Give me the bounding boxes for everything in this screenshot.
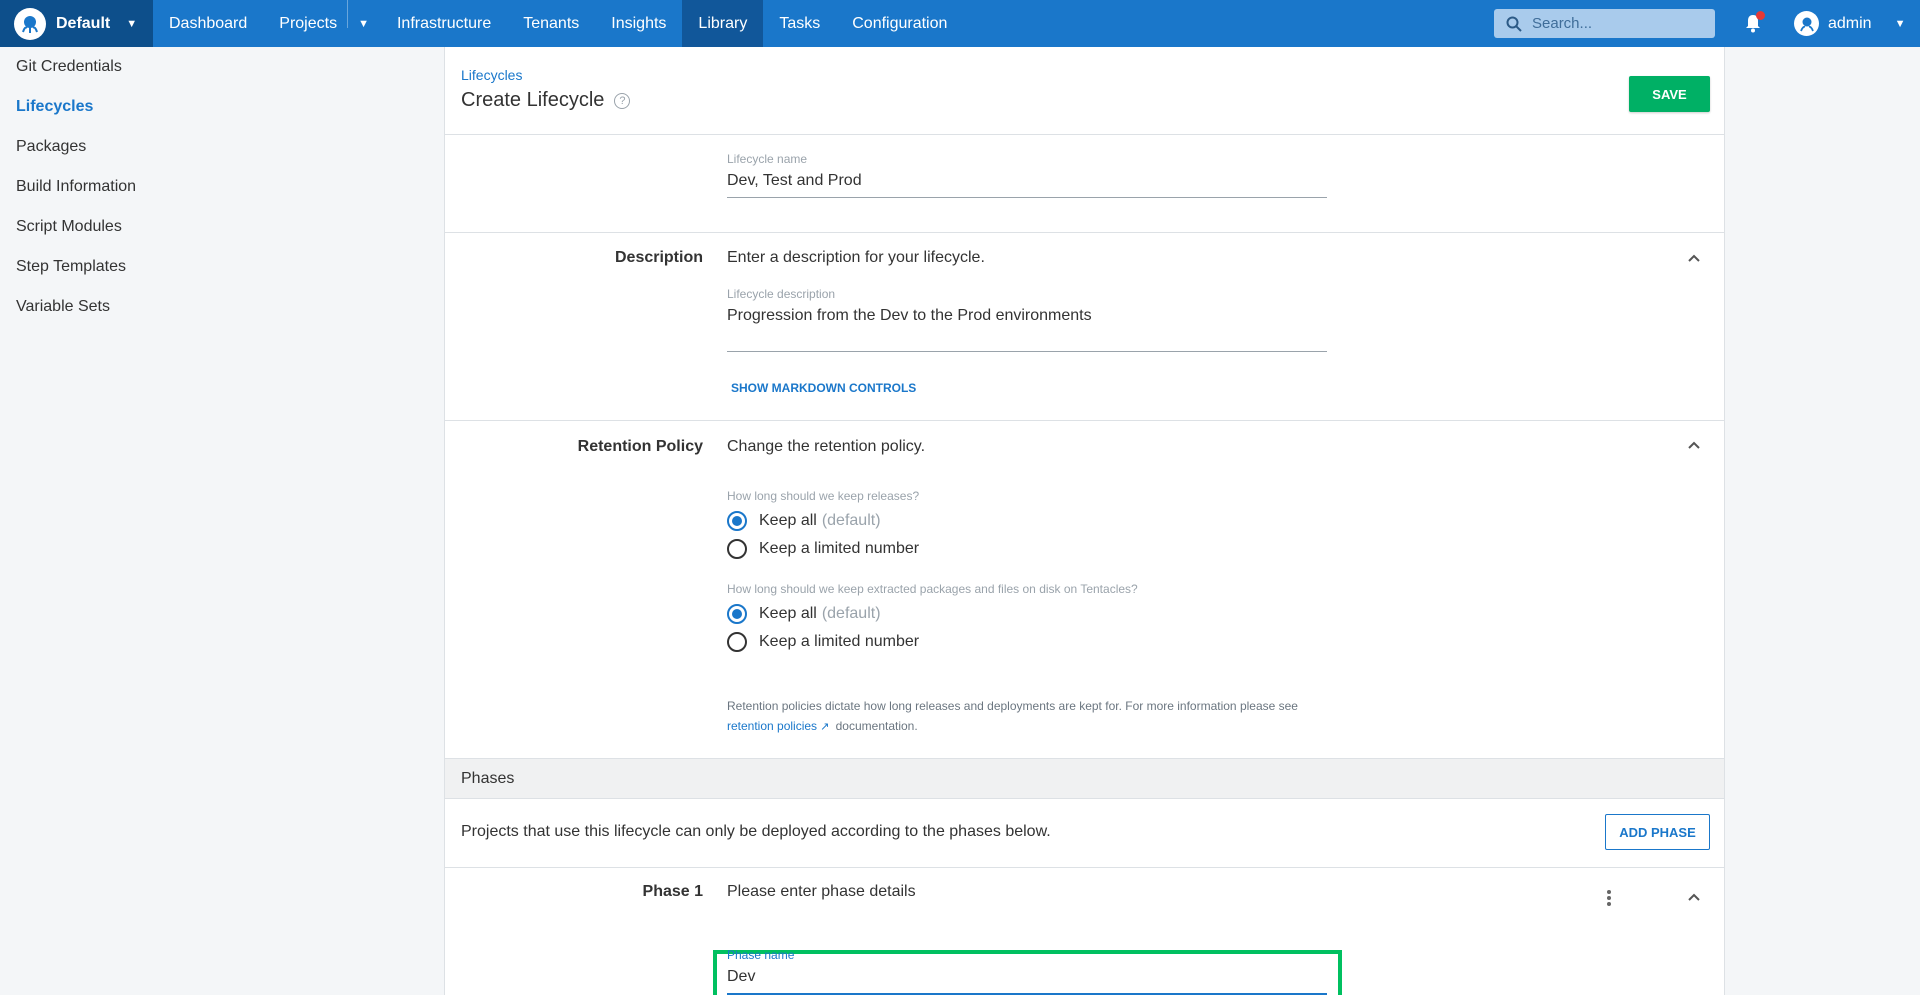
user-menu[interactable]: admin ▼ bbox=[1794, 0, 1905, 47]
retention-policies-link[interactable]: retention policies bbox=[727, 719, 817, 733]
phases-heading: Phases bbox=[445, 759, 1724, 799]
nav-projects[interactable]: Projects bbox=[263, 0, 353, 47]
retention-heading: Retention Policy bbox=[577, 438, 703, 455]
chevron-up-icon[interactable] bbox=[1686, 438, 1702, 454]
files-keep-all-option[interactable]: Keep all (default) bbox=[727, 600, 1347, 628]
nav-dashboard[interactable]: Dashboard bbox=[153, 0, 263, 47]
breadcrumb[interactable]: Lifecycles bbox=[461, 67, 522, 83]
nav-infrastructure[interactable]: Infrastructure bbox=[381, 0, 507, 47]
main-nav: Dashboard Projects ▼ Infrastructure Tena… bbox=[153, 0, 963, 47]
releases-keep-limited-option[interactable]: Keep a limited number bbox=[727, 535, 1347, 563]
notifications-bell-icon[interactable] bbox=[1742, 11, 1765, 34]
nav-configuration[interactable]: Configuration bbox=[836, 0, 963, 47]
keep-limited-label: Keep a limited number bbox=[759, 633, 920, 650]
add-phase-button[interactable]: ADD PHASE bbox=[1605, 814, 1710, 850]
description-section: Description Enter a description for your… bbox=[445, 233, 1724, 421]
search-box[interactable] bbox=[1494, 9, 1715, 38]
radio-selected[interactable] bbox=[727, 604, 747, 624]
sidebar-item-git-credentials[interactable]: Git Credentials bbox=[0, 47, 444, 87]
library-sidebar: Git Credentials Lifecycles Packages Buil… bbox=[0, 47, 444, 995]
page-title-text: Create Lifecycle bbox=[461, 89, 605, 111]
lifecycle-editor-panel: Lifecycles Create Lifecycle ? SAVE Lifec… bbox=[444, 47, 1725, 995]
default-tag: (default) bbox=[821, 512, 881, 529]
show-markdown-controls-link[interactable]: SHOW MARKDOWN CONTROLS bbox=[731, 381, 1327, 395]
avatar bbox=[1794, 11, 1819, 36]
sidebar-item-lifecycles[interactable]: Lifecycles bbox=[0, 87, 444, 127]
keep-limited-label: Keep a limited number bbox=[759, 540, 920, 557]
search-icon bbox=[1506, 16, 1522, 32]
radio-unselected[interactable] bbox=[727, 632, 747, 652]
phase-1-heading: Phase 1 bbox=[642, 883, 703, 900]
phases-intro-row: Projects that use this lifecycle can onl… bbox=[445, 799, 1724, 868]
user-name: admin bbox=[1828, 14, 1872, 32]
nav-tasks[interactable]: Tasks bbox=[763, 0, 836, 47]
search-input[interactable] bbox=[1532, 15, 1702, 32]
files-keep-limited-option[interactable]: Keep a limited number bbox=[727, 628, 1347, 656]
releases-question: How long should we keep releases? bbox=[727, 489, 920, 503]
phase-name-input[interactable] bbox=[727, 962, 1327, 995]
releases-keep-all-option[interactable]: Keep all (default) bbox=[727, 507, 1347, 535]
lifecycle-name-section: Lifecycle name bbox=[445, 135, 1724, 233]
retention-policy-section: Retention Policy Change the retention po… bbox=[445, 421, 1724, 759]
retention-note-text: Retention policies dictate how long rele… bbox=[727, 699, 1298, 713]
lifecycle-name-label: Lifecycle name bbox=[727, 152, 808, 166]
sidebar-item-build-information[interactable]: Build Information bbox=[0, 167, 444, 207]
sidebar-item-step-templates[interactable]: Step Templates bbox=[0, 247, 444, 287]
nav-divider bbox=[347, 0, 349, 28]
keep-all-label: Keep all bbox=[759, 512, 817, 529]
description-field-label: Lifecycle description bbox=[727, 287, 836, 301]
retention-note: Retention policies dictate how long rele… bbox=[727, 696, 1347, 737]
description-input[interactable] bbox=[727, 301, 1327, 352]
retention-body: Change the retention policy. How long sh… bbox=[727, 438, 1347, 737]
projects-dropdown-icon[interactable]: ▼ bbox=[352, 0, 381, 47]
nav-library[interactable]: Library bbox=[682, 0, 764, 47]
save-button[interactable]: SAVE bbox=[1629, 76, 1710, 112]
phase-name-label: Phase name bbox=[727, 948, 795, 962]
retention-note-suffix: documentation. bbox=[835, 719, 918, 733]
sidebar-item-variable-sets[interactable]: Variable Sets bbox=[0, 287, 444, 327]
page-header: Lifecycles Create Lifecycle ? SAVE bbox=[445, 47, 1724, 135]
help-icon[interactable]: ? bbox=[614, 92, 631, 109]
default-tag: (default) bbox=[821, 605, 881, 622]
radio-selected[interactable] bbox=[727, 511, 747, 531]
phase-name-field: Phase name bbox=[727, 948, 1327, 995]
sidebar-item-script-modules[interactable]: Script Modules bbox=[0, 207, 444, 247]
lifecycle-name-input[interactable] bbox=[727, 166, 1327, 198]
phases-intro-text: Projects that use this lifecycle can onl… bbox=[461, 823, 1051, 840]
top-navigation-bar: Default ▼ Dashboard Projects ▼ Infrastru… bbox=[0, 0, 1920, 47]
radio-unselected[interactable] bbox=[727, 539, 747, 559]
chevron-down-icon: ▼ bbox=[126, 17, 138, 30]
retention-summary: Change the retention policy. bbox=[727, 438, 926, 455]
phase-1-body: Please enter phase details bbox=[727, 883, 916, 901]
external-link-icon: ↗ bbox=[820, 721, 830, 733]
phase-1-summary: Please enter phase details bbox=[727, 883, 916, 900]
files-question: How long should we keep extracted packag… bbox=[727, 582, 1138, 596]
page-title: Create Lifecycle ? bbox=[461, 89, 631, 112]
description-heading: Description bbox=[614, 249, 703, 266]
lifecycle-name-field: Lifecycle name bbox=[727, 152, 1327, 198]
chevron-up-icon[interactable] bbox=[1686, 251, 1702, 267]
more-options-icon[interactable] bbox=[1606, 889, 1612, 907]
description-summary: Enter a description for your lifecycle. bbox=[727, 249, 985, 266]
chevron-down-icon: ▼ bbox=[1894, 17, 1906, 30]
nav-tenants[interactable]: Tenants bbox=[507, 0, 595, 47]
description-body: Enter a description for your lifecycle. … bbox=[727, 249, 1327, 395]
phase-1-section: Phase 1 Please enter phase details Phase… bbox=[445, 868, 1724, 995]
nav-insights[interactable]: Insights bbox=[595, 0, 682, 47]
notification-dot bbox=[1756, 11, 1765, 20]
octopus-logo-icon bbox=[14, 7, 46, 40]
sidebar-item-packages[interactable]: Packages bbox=[0, 127, 444, 167]
space-name: Default bbox=[56, 14, 111, 32]
chevron-up-icon[interactable] bbox=[1686, 890, 1702, 906]
keep-all-label: Keep all bbox=[759, 605, 817, 622]
space-switcher[interactable]: Default ▼ bbox=[0, 0, 153, 47]
